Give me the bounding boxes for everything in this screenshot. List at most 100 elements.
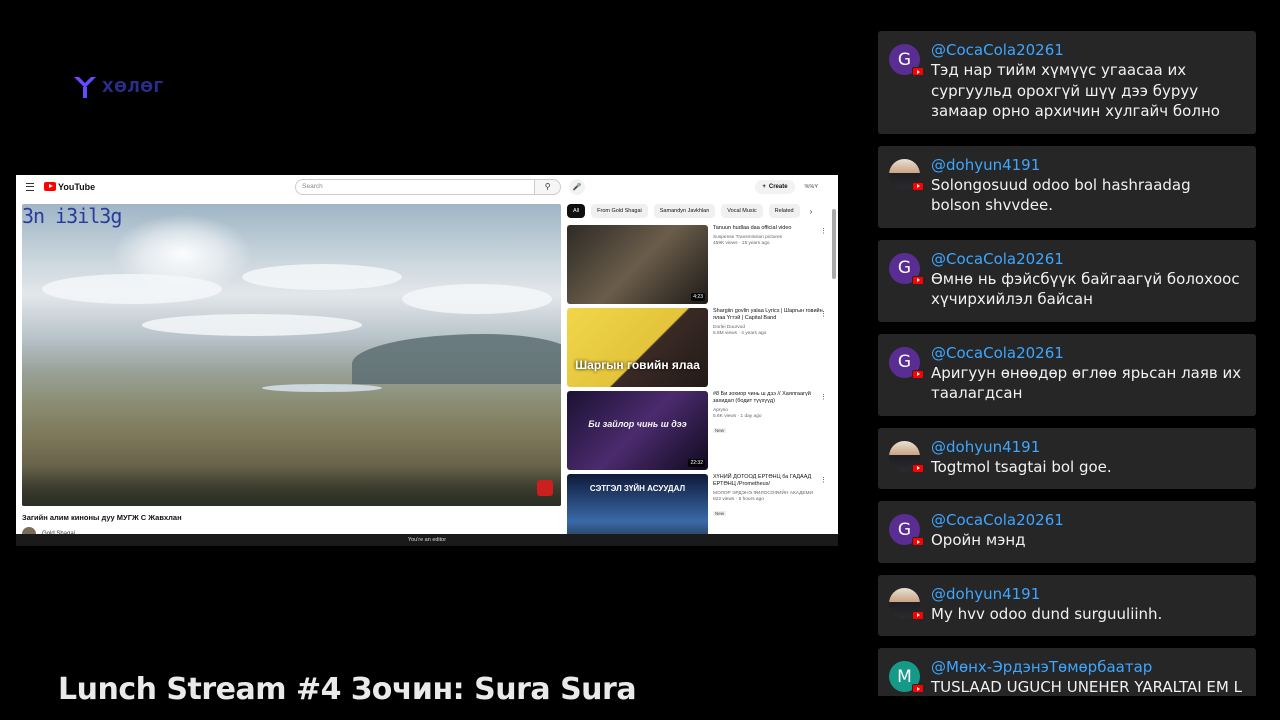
avatar: G: [889, 44, 924, 76]
chip-all[interactable]: All: [567, 204, 586, 218]
microphone-icon[interactable]: 🎤: [569, 178, 586, 195]
share-footer: You're an editor: [16, 534, 838, 546]
logo-text: ХӨЛӨГ: [102, 78, 164, 96]
video-title: Загийн алим киноны дуу МУГЖ С Жавхлан: [22, 513, 182, 522]
chat-message: G @CocaCola20261 Аригуун өнөөдөр өглөө я…: [878, 333, 1256, 416]
cloud: [242, 264, 402, 290]
youtube-topbar: YouTube Search ⚲ 🎤 + Create %%Y: [16, 175, 838, 198]
cloud: [142, 314, 362, 336]
recommendation-views: 459K views · 15 years ago: [713, 241, 770, 246]
avatar: G: [889, 514, 924, 546]
recommendation-views: 5.6K views · 1 day ago: [713, 414, 762, 419]
search-icon[interactable]: ⚲: [535, 178, 562, 195]
recommendation-channel[interactable]: Apryso: [713, 408, 823, 413]
chat-text: My hvv odoo dund surguuliinh.: [931, 604, 1163, 623]
create-button[interactable]: + Create: [755, 179, 795, 194]
chat-username: @dohyun4191: [931, 155, 1041, 174]
lake: [262, 384, 382, 392]
video-thumbnail[interactable]: Би зайлор чинь ш дээ 22:32: [567, 391, 708, 470]
video-duration: 4:23: [691, 293, 705, 301]
recommendation-title[interactable]: Shargiin govlin yalaa Lyrics | Шаргын го…: [713, 308, 823, 322]
video-player[interactable]: 3n i3il3g: [22, 204, 561, 506]
chat-text: Өмнө нь фэйсбүүк байгаагүй болохоос хүчи…: [931, 269, 1240, 309]
recommendation-title[interactable]: Tanuun hudlaa daa official video: [713, 225, 823, 232]
stream-title: Lunch Stream #4 Зочин: Sura Sura: [58, 672, 637, 707]
video-duration: 22:32: [688, 459, 705, 467]
menu-icon[interactable]: [24, 182, 36, 192]
youtube-icon: [912, 463, 924, 473]
chat-username: @CocaCola20261: [931, 249, 1064, 268]
recommendation-item[interactable]: Шаргын говийн ялаа Shargiin govlin yalaa…: [567, 308, 829, 387]
youtube-icon: [912, 181, 924, 191]
youtube-logo[interactable]: YouTube: [44, 182, 95, 192]
avatar: G: [889, 346, 924, 379]
chat-username: @CocaCola20261: [931, 343, 1064, 362]
channel-logo: ХӨЛӨГ: [72, 74, 164, 100]
new-badge: New: [713, 428, 727, 433]
subscribe-badge-icon[interactable]: [537, 480, 553, 496]
chevron-right-icon[interactable]: ›: [810, 207, 813, 216]
chat-message: @dohyun4191 Solongosuud odoo bol hashraa…: [878, 145, 1256, 228]
chat-text: Тэд нар тийм хүмүүс угаасаа их сургуульд…: [931, 61, 1220, 120]
chat-text: TUSLAAD UGUCH UNEHER YARALTAI EM L: [931, 678, 1242, 696]
more-options-icon[interactable]: ⋮: [820, 310, 827, 318]
scrollbar[interactable]: [832, 204, 836, 504]
youtube-play-icon: [44, 182, 56, 191]
chat-username: @dohyun4191: [931, 437, 1041, 456]
chat-username: @Мөнх-ЭрдэнэТөмөрбаатар: [931, 658, 1153, 676]
youtube-icon: [912, 275, 924, 285]
avatar: G: [889, 252, 924, 285]
live-chat: G @CocaCola20261 Тэд нар тийм хүмүүс уга…: [878, 31, 1256, 696]
distant-hills: [352, 334, 561, 384]
recommendation-channel[interactable]: Dorlei Duurvud: [713, 325, 823, 330]
chat-message: G @CocaCola20261 Оройн мэнд: [878, 501, 1256, 563]
foreground-trees: [22, 466, 561, 506]
logo-icon: [74, 77, 96, 98]
user-menu[interactable]: %%Y: [805, 184, 818, 190]
more-options-icon[interactable]: ⋮: [820, 227, 827, 235]
avatar: [889, 440, 924, 473]
chat-message: G @CocaCola20261 Өмнө нь фэйсбүүк байгаа…: [878, 239, 1256, 322]
avatar: [889, 587, 924, 620]
chip-vocal-music[interactable]: Vocal Music: [721, 204, 763, 218]
recommendation-channel[interactable]: МОЛОР ЭРДЭНЭ ФИЛОСОФИЙН АКАДЕМИ: [713, 491, 823, 496]
more-options-icon[interactable]: ⋮: [820, 393, 827, 401]
chat-username: @CocaCola20261: [931, 511, 1064, 529]
video-thumbnail[interactable]: 4:23: [567, 225, 708, 304]
chip-samandyn-javkhlan[interactable]: Samandyn Javkhlan: [653, 204, 716, 218]
video-thumbnail[interactable]: Шаргын говийн ялаа: [567, 308, 708, 387]
youtube-icon: [912, 610, 924, 620]
thumbnail-text: Шаргын говийн ялаа: [575, 358, 700, 372]
create-label: Create: [768, 183, 788, 190]
cloud: [402, 284, 552, 314]
avatar: [889, 158, 924, 191]
chip-related[interactable]: Related: [768, 204, 800, 218]
recommendation-item[interactable]: 4:23 Tanuun hudlaa daa official video Su…: [567, 225, 829, 304]
youtube-icon: [912, 537, 924, 546]
youtube-icon: [912, 369, 924, 379]
video-caption: 3n i3il3g: [22, 204, 122, 228]
chat-text: Оройн мэнд: [931, 531, 1026, 549]
search-input[interactable]: Search: [295, 178, 536, 195]
thumbnail-text: Би зайлор чинь ш дээ: [588, 419, 687, 429]
chat-text: Togtmol tsagtai bol goe.: [931, 457, 1112, 476]
chat-message: @dohyun4191 My hvv odoo dund surguuliinh…: [878, 574, 1256, 636]
recommendation-title[interactable]: ХҮНИЙ ДОТООД ЕРТӨНЦ ба ГАДААД ЕРТӨНЦ /Pr…: [713, 474, 823, 488]
recommendation-title[interactable]: #8 Би зохиор чинь ш дээ // Хаялгаагүй за…: [713, 391, 823, 405]
screen-share: YouTube Search ⚲ 🎤 + Create %%Y 3n i3il3g…: [16, 175, 838, 546]
chat-username: @dohyun4191: [931, 584, 1041, 603]
chat-message: M @Мөнх-ЭрдэнэТөмөрбаатар TUSLAAD UGUCH …: [878, 648, 1256, 696]
chat-username: @CocaCola20261: [931, 41, 1064, 59]
recommendation-views: 822 views · 5 hours ago: [713, 497, 764, 502]
plus-icon: +: [762, 183, 766, 190]
recommendation-views: 6.8M views · 4 years ago: [713, 331, 767, 336]
chat-message: @dohyun4191 Togtmol tsagtai bol goe.: [878, 427, 1256, 489]
more-options-icon[interactable]: ⋮: [820, 476, 827, 484]
chat-message: G @CocaCola20261 Тэд нар тийм хүмүүс уга…: [878, 31, 1256, 134]
stream-overlay: ХӨЛӨГ YouTube Search ⚲ 🎤 + Create %%Y 3n …: [0, 0, 1280, 720]
search-placeholder: Search: [302, 183, 323, 190]
cloud: [42, 274, 222, 304]
recommendation-channel[interactable]: Suspense Transmission pictures: [713, 235, 823, 240]
recommendation-item[interactable]: Би зайлор чинь ш дээ 22:32 #8 Би зохиор …: [567, 391, 829, 470]
chip-from-channel[interactable]: From Gold Shagai: [591, 204, 648, 218]
